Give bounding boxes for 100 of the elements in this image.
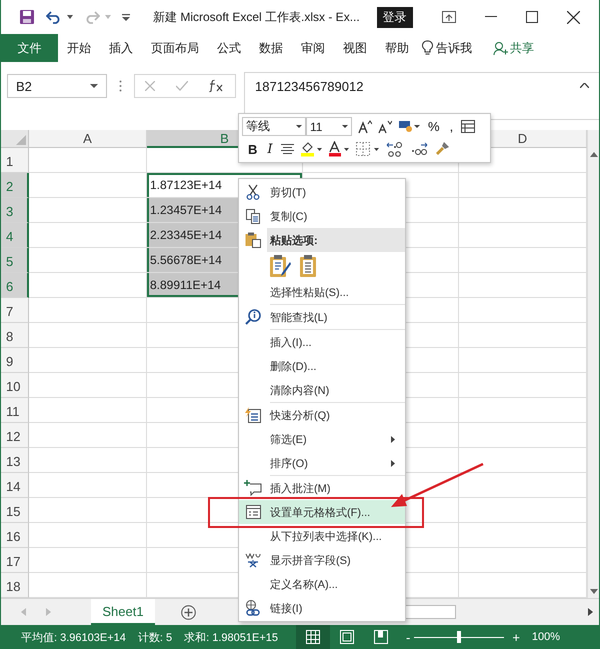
menu-item[interactable]: 链接(I) [239,596,405,620]
menu-item[interactable]: 插入批注(M) [239,476,405,500]
zoom-slider[interactable] [414,631,504,643]
person-plus-icon[interactable] [493,40,508,56]
borders-icon[interactable] [356,142,380,156]
table-cell[interactable] [29,498,147,523]
row-header[interactable]: 4 [1,223,29,248]
ribbon-tab[interactable]: 数据 [250,34,292,62]
grow-font-icon[interactable] [358,120,372,134]
align-center-icon[interactable] [280,144,294,154]
menu-item[interactable]: 筛选(E) [239,427,405,451]
column-header[interactable]: A [29,130,147,148]
normal-view-button[interactable] [296,625,330,649]
fill-color-icon[interactable] [300,141,322,158]
menu-item[interactable]: 智能查找(L) [239,305,405,329]
menu-item[interactable]: 从下拉列表中选择(K)... [239,524,405,548]
vertical-scrollbar[interactable] [587,130,599,598]
ribbon-tab[interactable]: 开始 [58,34,100,62]
table-cell[interactable] [29,398,147,423]
zoom-in-button[interactable]: + [512,630,520,644]
table-cell[interactable] [29,548,147,573]
percent-style-button[interactable]: % [426,119,442,134]
row-header[interactable]: 9 [1,348,29,373]
zoom-level[interactable]: 100% [532,631,560,643]
tell-me-button[interactable]: 告诉我 [433,34,481,62]
undo-icon[interactable] [46,10,62,24]
lightbulb-icon[interactable] [422,40,433,56]
accounting-format-icon[interactable] [398,120,420,134]
table-cell[interactable] [29,348,147,373]
ribbon-tab[interactable]: 公式 [208,34,250,62]
menu-item[interactable]: 快速分析(Q) [239,403,405,427]
paste-clipboard-icon[interactable] [299,254,317,278]
menu-item[interactable]: 显示拼音字段(S) [239,548,405,572]
caret-icon[interactable] [67,15,73,19]
scroll-right-icon[interactable] [588,608,593,616]
menu-item[interactable]: 清除内容(N) [239,378,405,402]
close-icon[interactable] [566,10,580,24]
row-header[interactable]: 12 [1,423,29,448]
row-header[interactable]: 18 [1,573,29,598]
font-color-icon[interactable] [328,141,350,158]
paintbrush-icon[interactable] [434,141,450,158]
ribbon-tab[interactable]: 帮助 [376,34,418,62]
comma-style-button[interactable]: , [448,119,456,134]
ribbon-tab[interactable]: 插入 [100,34,142,62]
row-header[interactable]: 8 [1,323,29,348]
name-box[interactable]: B2 [7,74,107,98]
caret-icon[interactable] [90,84,98,88]
shrink-font-icon[interactable] [378,120,392,134]
table-cell[interactable] [29,148,147,173]
decrease-decimal-icon[interactable] [410,141,428,158]
ribbon-tab[interactable]: 视图 [334,34,376,62]
table-cell[interactable] [29,473,147,498]
scroll-down-icon[interactable] [590,589,598,594]
sign-in-button[interactable]: 登录 [376,6,413,28]
row-header[interactable]: 16 [1,523,29,548]
scroll-left-icon[interactable] [21,608,26,616]
save-icon[interactable] [19,9,35,25]
caret-icon[interactable] [342,125,348,128]
row-header[interactable]: 7 [1,298,29,323]
minimize-icon[interactable] [484,16,497,18]
collapse-icon[interactable] [580,83,589,88]
menu-item[interactable]: 删除(D)... [239,354,405,378]
row-header[interactable]: 1 [1,148,29,173]
row-header[interactable]: 6 [1,273,29,298]
paste-keep-format-icon[interactable] [269,254,291,278]
menu-item[interactable]: 排序(O) [239,451,405,475]
row-header[interactable]: 15 [1,498,29,523]
cancel-icon[interactable] [145,81,156,91]
table-cell[interactable] [29,423,147,448]
table-cell[interactable] [29,373,147,398]
function-icon[interactable] [208,80,225,92]
increase-decimal-icon[interactable] [386,141,404,158]
customize-icon[interactable] [122,13,130,21]
enter-icon[interactable] [176,81,188,91]
zoom-out-button[interactable]: - [406,630,410,644]
table-format-icon[interactable] [461,120,476,134]
row-header[interactable]: 14 [1,473,29,498]
ribbon-display-icon[interactable] [442,11,456,23]
redo-icon[interactable] [84,10,100,24]
row-header[interactable]: 3 [1,198,29,223]
table-cell[interactable] [29,523,147,548]
scroll-up-icon[interactable] [590,152,598,157]
maximize-icon[interactable] [526,11,538,23]
row-header[interactable]: 13 [1,448,29,473]
menu-item[interactable]: 设置单元格格式(F)... [239,500,405,524]
share-button[interactable]: 共享 [508,34,543,62]
add-sheet-icon[interactable] [181,604,196,620]
row-header[interactable]: 2 [1,173,29,198]
select-all-corner[interactable] [1,130,29,148]
table-cell[interactable] [29,298,147,323]
sheet-tab[interactable]: Sheet1 [91,599,155,625]
row-header[interactable]: 5 [1,248,29,273]
table-cell[interactable] [29,323,147,348]
font-size-dropdown[interactable]: 11 [306,117,352,136]
row-header[interactable]: 17 [1,548,29,573]
ribbon-tab[interactable]: 页面布局 [142,34,208,62]
table-cell[interactable] [29,448,147,473]
row-header[interactable]: 11 [1,398,29,423]
menu-item[interactable]: 定义名称(A)... [239,572,405,596]
menu-item[interactable]: 插入(I)... [239,330,405,354]
